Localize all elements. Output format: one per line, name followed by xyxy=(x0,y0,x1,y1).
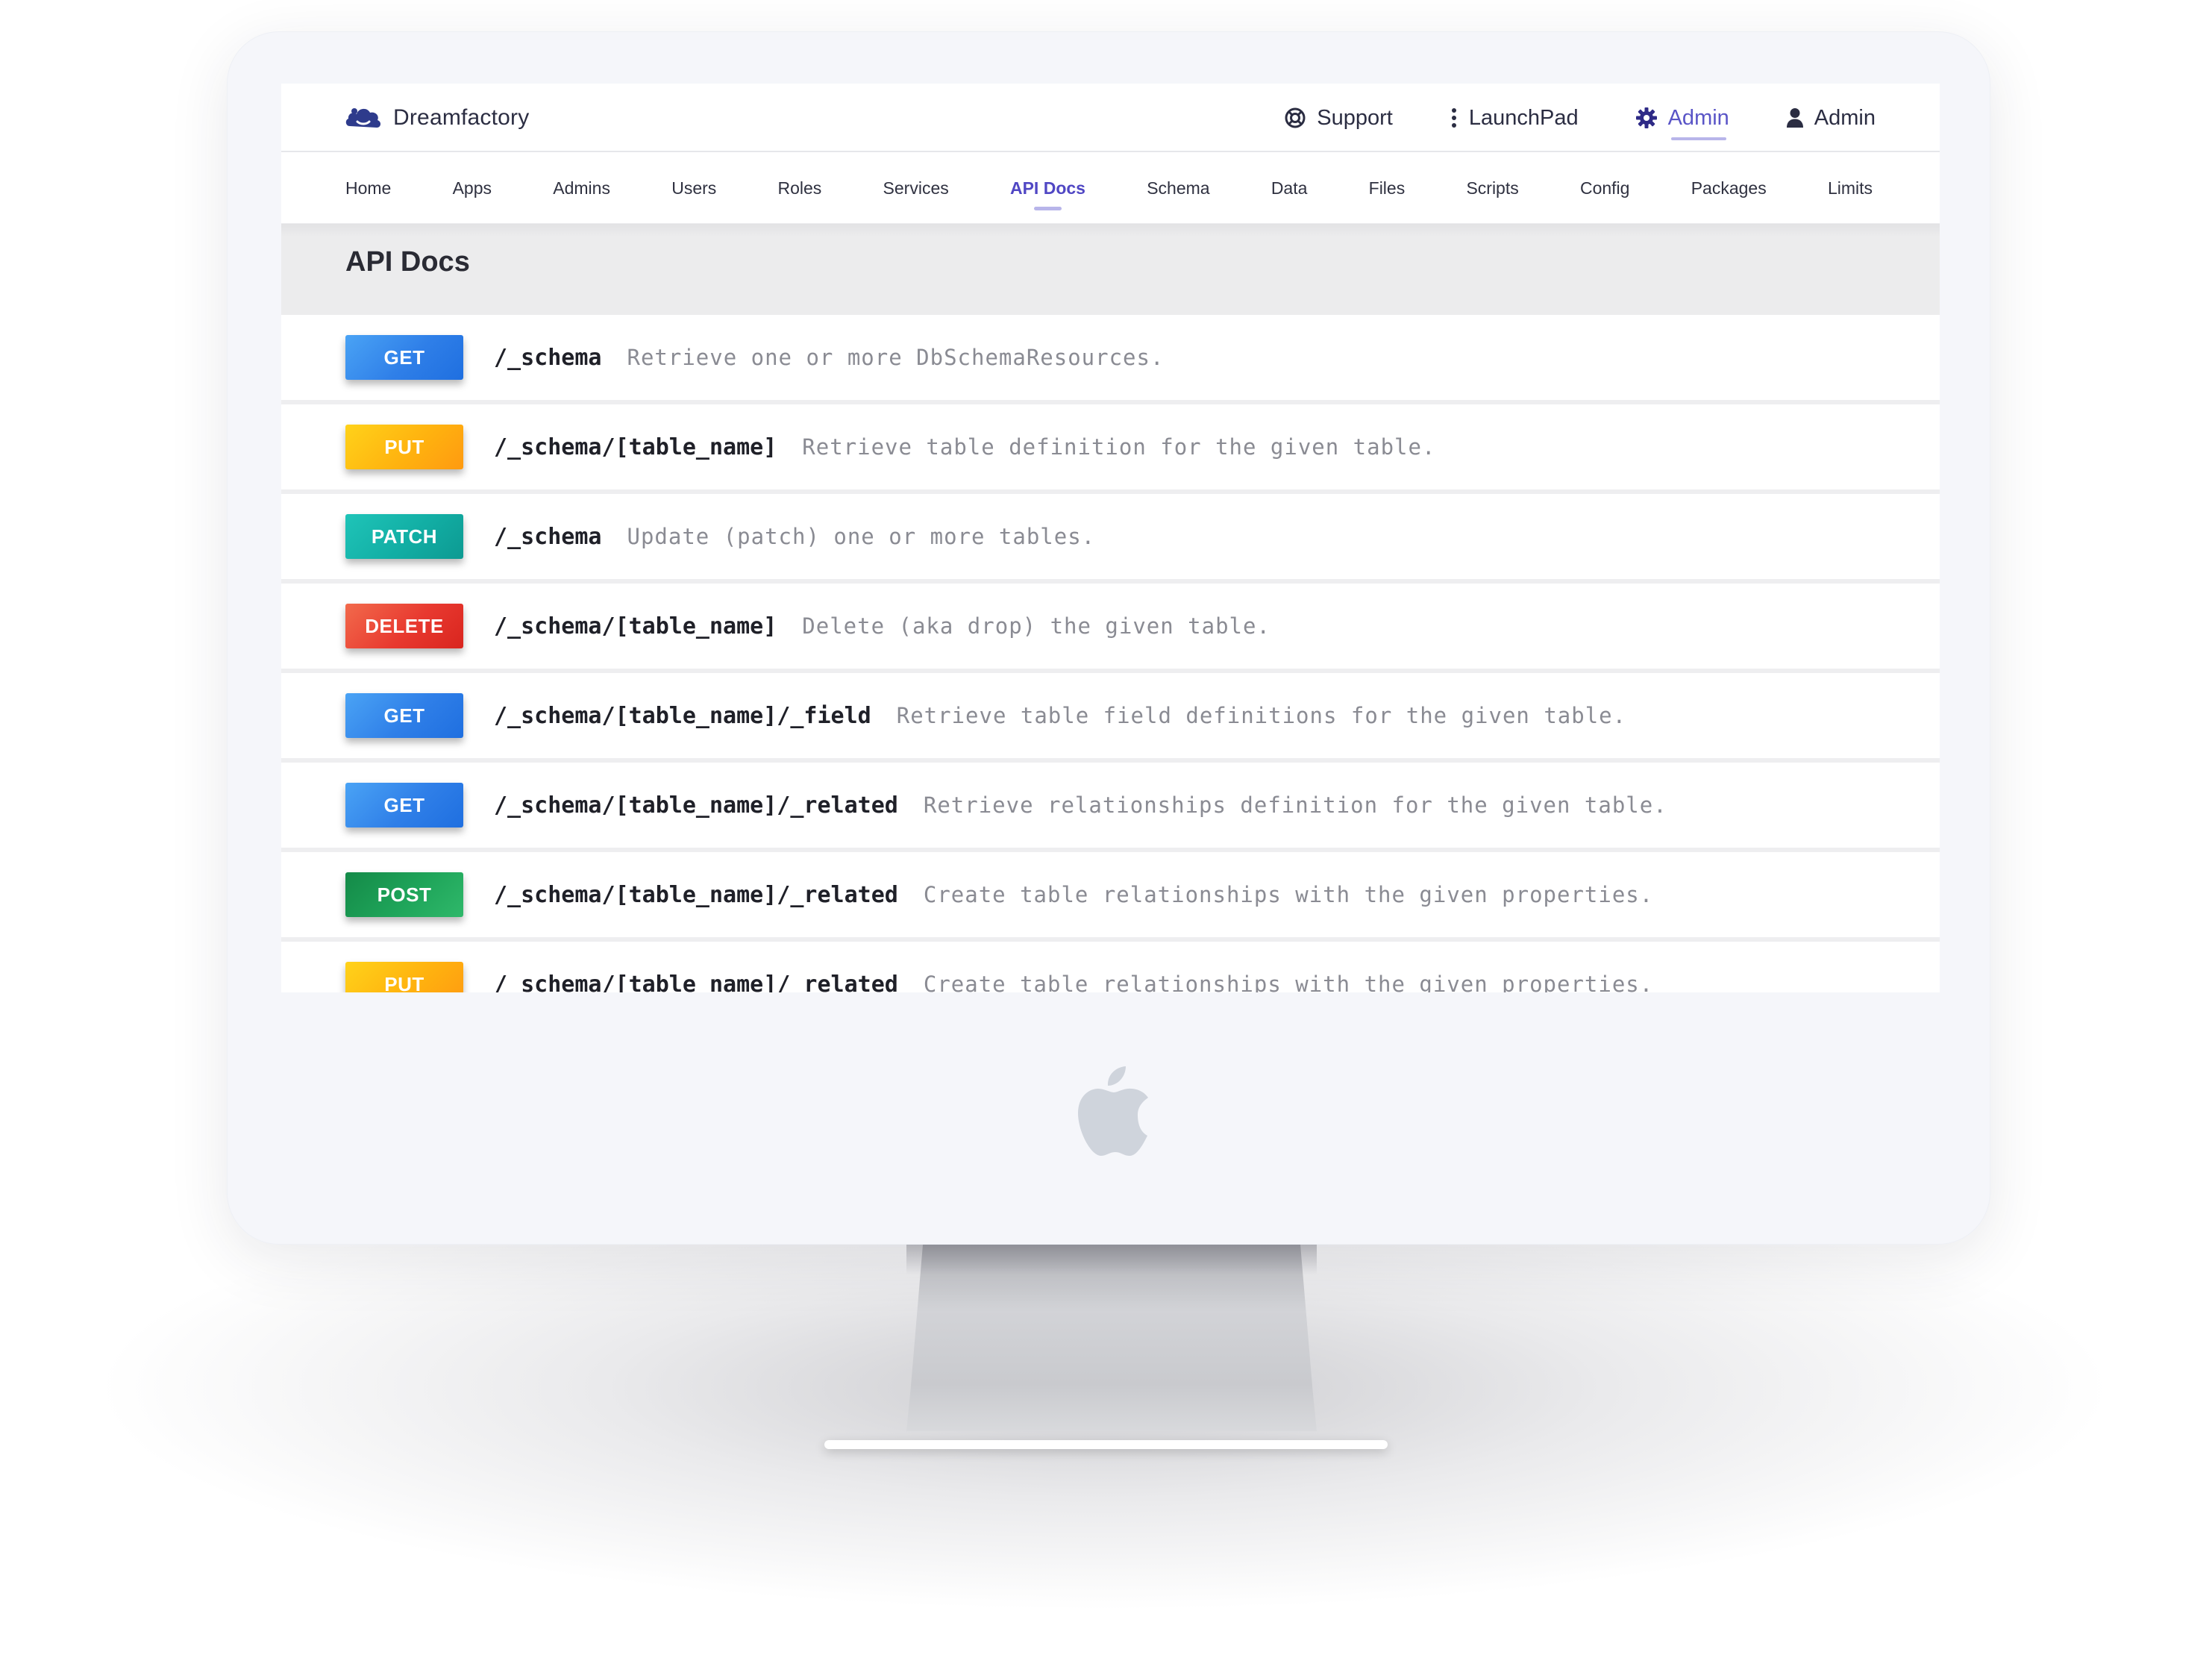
nav-apps[interactable]: Apps xyxy=(453,152,492,224)
endpoint-path: /_schema/[table_name]/_related xyxy=(494,881,898,908)
endpoint-description: Retrieve relationships definition for th… xyxy=(923,792,1667,818)
nav-data[interactable]: Data xyxy=(1271,152,1308,224)
nav-packages[interactable]: Packages xyxy=(1691,152,1767,224)
main-nav: Home Apps Admins Users Roles Services AP… xyxy=(281,152,1940,224)
endpoint-row[interactable]: PUT /_schema/[table_name] Retrieve table… xyxy=(281,404,1940,494)
top-menu-admin-settings-label: Admin xyxy=(1667,105,1729,130)
device-mockup: Dreamfactory Support LaunchPad Admin Adm… xyxy=(0,0,2212,1658)
top-menu-admin-settings[interactable]: Admin xyxy=(1635,84,1729,152)
endpoint-path: /_schema xyxy=(494,523,602,550)
method-badge-get[interactable]: GET xyxy=(345,335,463,380)
vertical-dots-icon xyxy=(1451,108,1456,128)
page-header: API Docs xyxy=(281,224,1940,315)
method-badge-delete[interactable]: DELETE xyxy=(345,604,463,648)
nav-users[interactable]: Users xyxy=(671,152,716,224)
nav-admins[interactable]: Admins xyxy=(553,152,610,224)
method-badge-post[interactable]: POST xyxy=(345,872,463,917)
endpoint-path: /_schema xyxy=(494,344,602,371)
endpoint-path: /_schema/[table_name] xyxy=(494,613,777,639)
dreamfactory-logo-icon xyxy=(345,108,381,128)
method-badge-put[interactable]: PUT xyxy=(345,962,463,992)
nav-api-docs[interactable]: API Docs xyxy=(1010,152,1085,224)
nav-roles[interactable]: Roles xyxy=(778,152,822,224)
app-screen: Dreamfactory Support LaunchPad Admin Adm… xyxy=(281,84,1940,992)
method-badge-get[interactable]: GET xyxy=(345,693,463,738)
nav-scripts[interactable]: Scripts xyxy=(1466,152,1518,224)
endpoint-description: Create table relationships with the give… xyxy=(923,972,1654,992)
active-underline xyxy=(1670,137,1726,140)
nav-limits[interactable]: Limits xyxy=(1828,152,1873,224)
endpoint-path: /_schema/[table_name]/_related xyxy=(494,971,898,993)
top-menu-launchpad[interactable]: LaunchPad xyxy=(1450,84,1579,152)
endpoint-description: Update (patch) one or more tables. xyxy=(627,524,1096,549)
endpoint-row[interactable]: PUT /_schema/[table_name]/_related Creat… xyxy=(281,942,1940,992)
method-badge-put[interactable]: PUT xyxy=(345,425,463,469)
endpoint-row[interactable]: POST /_schema/[table_name]/_related Crea… xyxy=(281,852,1940,942)
gear-icon xyxy=(1635,107,1657,128)
endpoint-path: /_schema/[table_name] xyxy=(494,434,777,460)
endpoint-description: Retrieve one or more DbSchemaResources. xyxy=(627,345,1165,370)
apple-logo-icon xyxy=(1078,1066,1148,1156)
top-menu-launchpad-label: LaunchPad xyxy=(1468,105,1579,130)
method-badge-patch[interactable]: PATCH xyxy=(345,514,463,559)
top-menu-admin-user-label: Admin xyxy=(1814,105,1876,130)
top-menu-support-label: Support xyxy=(1317,105,1393,130)
endpoint-list: GET /_schema Retrieve one or more DbSche… xyxy=(281,315,1940,992)
nav-files[interactable]: Files xyxy=(1369,152,1406,224)
top-menu: Support LaunchPad Admin Admin xyxy=(1227,84,1876,152)
endpoint-row[interactable]: GET /_schema Retrieve one or more DbSche… xyxy=(281,315,1940,404)
lifebuoy-icon xyxy=(1285,107,1306,128)
page-title: API Docs xyxy=(345,246,470,278)
method-badge-get[interactable]: GET xyxy=(345,783,463,828)
endpoint-description: Delete (aka drop) the given table. xyxy=(802,613,1271,639)
brand[interactable]: Dreamfactory xyxy=(344,101,529,134)
endpoint-row[interactable]: GET /_schema/[table_name]/_related Retri… xyxy=(281,763,1940,852)
endpoint-description: Retrieve table definition for the given … xyxy=(802,434,1436,460)
nav-home[interactable]: Home xyxy=(345,152,391,224)
top-menu-admin-user[interactable]: Admin xyxy=(1786,84,1876,152)
active-underline xyxy=(1033,207,1062,210)
endpoint-description: Create table relationships with the give… xyxy=(923,882,1654,907)
top-bar: Dreamfactory Support LaunchPad Admin Adm… xyxy=(281,84,1940,152)
brand-name: Dreamfactory xyxy=(393,105,530,130)
endpoint-row[interactable]: GET /_schema/[table_name]/_field Retriev… xyxy=(281,673,1940,763)
monitor-stand-shade xyxy=(906,1245,1317,1274)
endpoint-description: Retrieve table field definitions for the… xyxy=(896,703,1627,728)
nav-config[interactable]: Config xyxy=(1580,152,1629,224)
nav-services[interactable]: Services xyxy=(883,152,949,224)
endpoint-path: /_schema/[table_name]/_field xyxy=(494,702,871,729)
endpoint-row[interactable]: PATCH /_schema Update (patch) one or mor… xyxy=(281,494,1940,584)
endpoint-path: /_schema/[table_name]/_related xyxy=(494,792,898,819)
nav-api-docs-label: API Docs xyxy=(1009,178,1085,198)
monitor-base xyxy=(824,1440,1388,1449)
nav-schema[interactable]: Schema xyxy=(1147,152,1209,224)
user-icon xyxy=(1786,108,1803,128)
top-menu-support[interactable]: Support xyxy=(1284,84,1393,152)
endpoint-row[interactable]: DELETE /_schema/[table_name] Delete (aka… xyxy=(281,584,1940,673)
